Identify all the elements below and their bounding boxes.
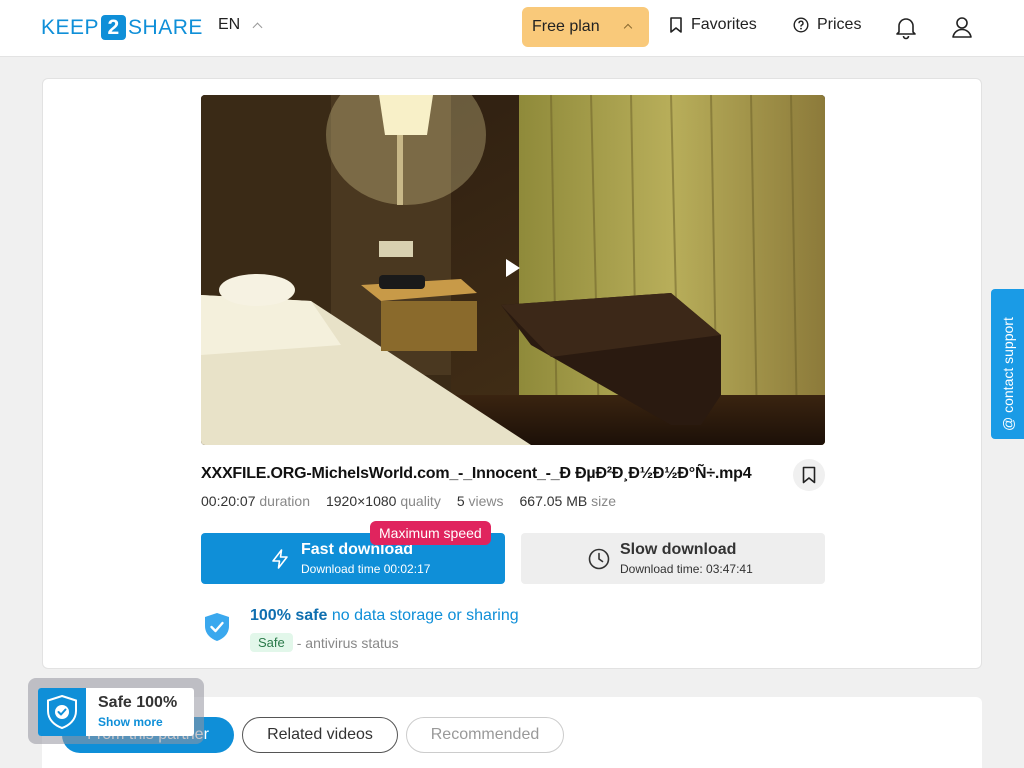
bookmark-icon	[670, 17, 682, 33]
antivirus-status: Safe - antivirus status	[250, 633, 399, 652]
file-meta: 00:20:07 duration 1920×1080 quality 5 vi…	[201, 493, 632, 509]
play-icon[interactable]	[506, 259, 520, 277]
logo-text-left: KEEP	[41, 15, 100, 39]
quality-label: quality	[400, 493, 441, 509]
safety-info: 100% safe no data storage or sharing Saf…	[201, 607, 601, 657]
max-speed-badge: Maximum speed	[370, 521, 491, 545]
video-preview[interactable]	[201, 95, 825, 445]
meta-size: 667.05 MB size	[520, 493, 617, 509]
quality-value: 1920×1080	[325, 493, 397, 509]
shield-check-icon	[38, 688, 86, 736]
safety-bold: 100% safe	[250, 607, 328, 624]
language-selector[interactable]: EN	[218, 16, 263, 34]
slow-download-button[interactable]: Slow download Download time: 03:47:41	[521, 533, 825, 584]
header: KEEP 2 SHARE EN Free plan Favorites Pric…	[0, 0, 1024, 57]
tab-related-videos[interactable]: Related videos	[242, 717, 398, 753]
free-plan-label: Free plan	[532, 18, 600, 35]
contact-support-label: @ contact support	[1000, 317, 1016, 431]
language-label: EN	[218, 16, 241, 33]
file-card: XXXFILE.ORG-MichelsWorld.com_-_Innocent_…	[42, 78, 982, 669]
chevron-up-icon	[252, 22, 263, 32]
duration-value: 00:20:07	[201, 493, 256, 509]
at-icon: @	[1000, 416, 1016, 431]
safety-headline: 100% safe no data storage or sharing	[250, 607, 519, 625]
bookmark-button[interactable]	[793, 459, 825, 491]
fast-download-time: Download time 00:02:17	[301, 562, 431, 576]
antivirus-status-label: - antivirus status	[296, 634, 399, 651]
size-label: size	[591, 493, 617, 509]
clock-icon	[588, 548, 610, 570]
safety-text: no data storage or sharing	[331, 607, 519, 624]
bookmark-icon	[802, 466, 816, 484]
chevron-up-icon	[623, 23, 633, 33]
tab-recommended[interactable]: Recommended	[406, 717, 564, 753]
user-icon[interactable]	[949, 14, 975, 40]
slow-download-title: Slow download	[620, 541, 737, 558]
favorites-link[interactable]: Favorites	[669, 16, 757, 34]
prices-label: Prices	[817, 16, 862, 33]
views-label: views	[468, 493, 504, 509]
views-value: 5	[456, 493, 465, 509]
logo-number: 2	[101, 15, 127, 40]
contact-support-button[interactable]: @ contact support	[991, 289, 1024, 439]
safe-badge[interactable]: Safe 100% Show more	[28, 678, 204, 744]
slow-download-time: Download time: 03:47:41	[620, 562, 753, 576]
safe-tag: Safe	[250, 633, 293, 652]
duration-label: duration	[259, 493, 310, 509]
favorites-label: Favorites	[691, 16, 757, 33]
contact-support-text: contact support	[1000, 317, 1016, 413]
show-more-link[interactable]: Show more	[98, 715, 163, 729]
file-name: XXXFILE.ORG-MichelsWorld.com_-_Innocent_…	[201, 465, 752, 482]
meta-duration: 00:20:07 duration	[201, 493, 310, 509]
lightning-icon	[272, 549, 288, 569]
safe-badge-inner: Safe 100% Show more	[38, 688, 194, 736]
free-plan-button[interactable]: Free plan	[522, 7, 649, 47]
help-circle-icon	[793, 17, 809, 33]
logo-text-right: SHARE	[128, 15, 203, 39]
meta-quality: 1920×1080 quality	[326, 493, 441, 509]
meta-views: 5 views	[457, 493, 504, 509]
safe-badge-title: Safe 100%	[98, 694, 178, 711]
shield-check-icon	[205, 613, 229, 641]
logo[interactable]: KEEP 2 SHARE	[41, 15, 203, 40]
prices-link[interactable]: Prices	[793, 16, 861, 34]
bell-icon[interactable]	[893, 14, 919, 40]
size-value: 667.05 MB	[519, 493, 588, 509]
